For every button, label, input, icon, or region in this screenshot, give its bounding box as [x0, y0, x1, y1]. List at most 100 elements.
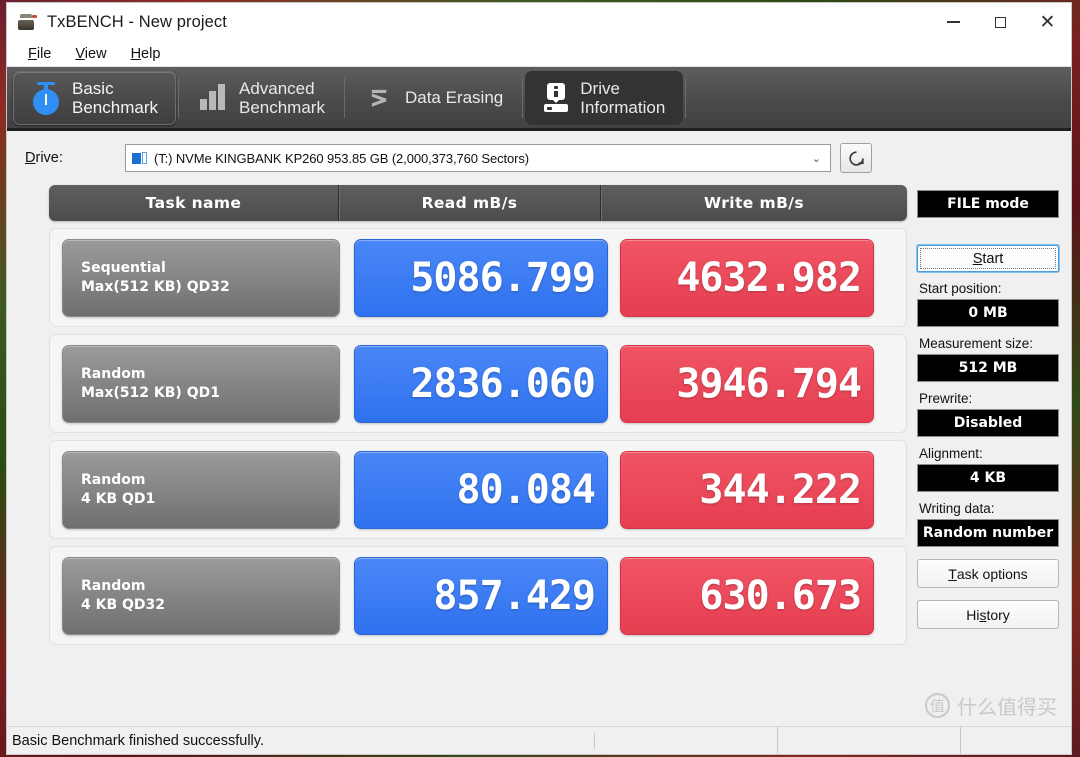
- alignment-label: Alignment:: [919, 446, 983, 461]
- task-name-line1: Sequential: [81, 259, 166, 276]
- minimize-button[interactable]: [930, 3, 977, 41]
- tab-advanced-benchmark[interactable]: Advanced Benchmark: [181, 71, 342, 125]
- content-area: Drive: (T:) NVMe KINGBANK KP260 953.85 G…: [7, 131, 1071, 726]
- menu-view-rest: iew: [84, 45, 107, 62]
- history-accel: s: [979, 606, 987, 623]
- status-segment-2: [595, 726, 778, 754]
- start-button-rest: tart: [982, 250, 1004, 267]
- application-window: TxBENCH - New project ✕ File View Help B…: [6, 2, 1072, 755]
- bar-chart-icon: [198, 83, 228, 113]
- write-value-cell: 344.222: [620, 450, 874, 529]
- writing-data-value[interactable]: Random number: [917, 519, 1059, 547]
- read-value-cell: 857.429: [354, 556, 608, 635]
- tab-separator: [522, 77, 524, 118]
- stopwatch-icon: [31, 81, 61, 115]
- tab-drive-information-label: Drive Information: [580, 78, 666, 117]
- drive-selector-row: Drive: (T:) NVMe KINGBANK KP260 953.85 G…: [7, 131, 1071, 183]
- table-row: Random 4 KB QD1 80.084 344.222: [49, 440, 907, 539]
- window-title: TxBENCH - New project: [47, 12, 227, 31]
- menu-item-view[interactable]: View: [64, 43, 117, 65]
- maximize-button[interactable]: [977, 3, 1024, 41]
- prewrite-label: Prewrite:: [919, 391, 973, 406]
- drive-label: Drive:: [25, 150, 125, 166]
- read-value-cell: 80.084: [354, 450, 608, 529]
- task-options-rest: ask options: [956, 565, 1028, 582]
- tab-data-erasing-label: Data Erasing: [404, 87, 504, 107]
- status-message: Basic Benchmark finished successfully.: [7, 732, 595, 749]
- drive-label-rest: rive:: [35, 150, 63, 166]
- tab-advanced-benchmark-label: Advanced Benchmark: [238, 78, 325, 117]
- results-header-row: Task name Read mB/s Write mB/s: [49, 185, 907, 221]
- start-button[interactable]: Start: [917, 245, 1059, 272]
- task-options-accel: T: [948, 565, 957, 582]
- results-panel: Task name Read mB/s Write mB/s Sequentia…: [49, 185, 907, 726]
- table-row: Sequential Max(512 KB) QD32 5086.799 463…: [49, 228, 907, 327]
- menu-item-help[interactable]: Help: [120, 43, 172, 65]
- task-name-line2: Max(512 KB) QD32: [81, 278, 230, 295]
- task-name-cell[interactable]: Random 4 KB QD32: [62, 556, 340, 635]
- tab-strip: Basic Benchmark Advanced Benchmark ⋝ Dat…: [7, 67, 1071, 131]
- start-position-label: Start position:: [919, 281, 1002, 296]
- close-icon: ✕: [1039, 11, 1056, 33]
- start-position-value[interactable]: 0 MB: [917, 299, 1059, 327]
- tab-separator: [343, 77, 345, 118]
- tab-drive-information[interactable]: Drive Information: [525, 70, 684, 125]
- task-name-line2: Max(512 KB) QD1: [81, 384, 220, 401]
- task-name-line1: Random: [81, 577, 146, 594]
- history-button[interactable]: Hi s tory: [917, 600, 1059, 629]
- menu-file-rest: ile: [36, 45, 52, 62]
- task-name-line2: 4 KB QD32: [81, 596, 166, 613]
- measurement-size-value[interactable]: 512 MB: [917, 354, 1059, 382]
- column-header-read: Read mB/s: [339, 185, 601, 221]
- minimize-icon: [947, 21, 960, 23]
- column-header-write: Write mB/s: [704, 194, 804, 212]
- drive-combobox[interactable]: (T:) NVMe KINGBANK KP260 953.85 GB (2,00…: [125, 144, 831, 172]
- title-bar: TxBENCH - New project ✕: [7, 3, 1071, 41]
- task-name-line2: 4 KB QD1: [81, 490, 156, 507]
- tab-separator: [685, 77, 687, 118]
- drive-icon: [132, 151, 148, 165]
- tab-basic-benchmark-label: Basic Benchmark: [72, 78, 158, 117]
- start-button-accel: S: [972, 250, 983, 267]
- column-header-task-name: Task name: [49, 185, 339, 221]
- task-name-line1: Random: [81, 365, 146, 382]
- measurement-size-label: Measurement size:: [919, 336, 1034, 351]
- menu-bar: File View Help: [7, 41, 1071, 67]
- table-row: Random Max(512 KB) QD1 2836.060 3946.794: [49, 334, 907, 433]
- drive-label-accel: D: [25, 150, 36, 166]
- write-value-cell: 630.673: [620, 556, 874, 635]
- task-name-line1: Random: [81, 471, 146, 488]
- alignment-value[interactable]: 4 KB: [917, 464, 1059, 492]
- status-bar: Basic Benchmark finished successfully.: [7, 726, 1071, 754]
- settings-sidebar: FILE mode Start Start position: 0 MB Mea…: [907, 183, 1071, 726]
- tab-basic-benchmark[interactable]: Basic Benchmark: [13, 70, 176, 125]
- table-row: Random 4 KB QD32 857.429 630.673: [49, 546, 907, 645]
- read-value-cell: 2836.060: [354, 344, 608, 423]
- file-mode-button[interactable]: FILE mode: [917, 190, 1059, 218]
- write-value-cell: 3946.794: [620, 344, 874, 423]
- chevron-down-icon: ⌄: [811, 152, 821, 165]
- menu-file-accel: F: [28, 45, 37, 62]
- refresh-icon: [848, 150, 864, 166]
- history-pre: Hi: [966, 606, 980, 623]
- window-controls: ✕: [930, 3, 1071, 41]
- close-button[interactable]: ✕: [1024, 3, 1071, 41]
- prewrite-value[interactable]: Disabled: [917, 409, 1059, 437]
- menu-help-rest: elp: [141, 45, 161, 62]
- maximize-icon: [995, 16, 1006, 28]
- tab-data-erasing[interactable]: ⋝ Data Erasing: [347, 71, 520, 125]
- refresh-button[interactable]: [840, 143, 872, 173]
- menu-help-accel: H: [130, 45, 142, 62]
- task-name-cell[interactable]: Random Max(512 KB) QD1: [62, 344, 340, 423]
- read-value-cell: 5086.799: [354, 238, 608, 317]
- menu-item-file[interactable]: File: [17, 43, 62, 65]
- task-name-cell[interactable]: Sequential Max(512 KB) QD32: [62, 238, 340, 317]
- task-name-cell[interactable]: Random 4 KB QD1: [62, 450, 340, 529]
- zigzag-icon: ⋝: [369, 81, 389, 112]
- tab-separator: [177, 77, 179, 118]
- status-segment-3: [778, 726, 961, 754]
- task-options-button[interactable]: Task options: [917, 559, 1059, 588]
- main-split: Task name Read mB/s Write mB/s Sequentia…: [7, 183, 1071, 726]
- app-icon: [18, 13, 38, 31]
- writing-data-label: Writing data:: [919, 501, 995, 516]
